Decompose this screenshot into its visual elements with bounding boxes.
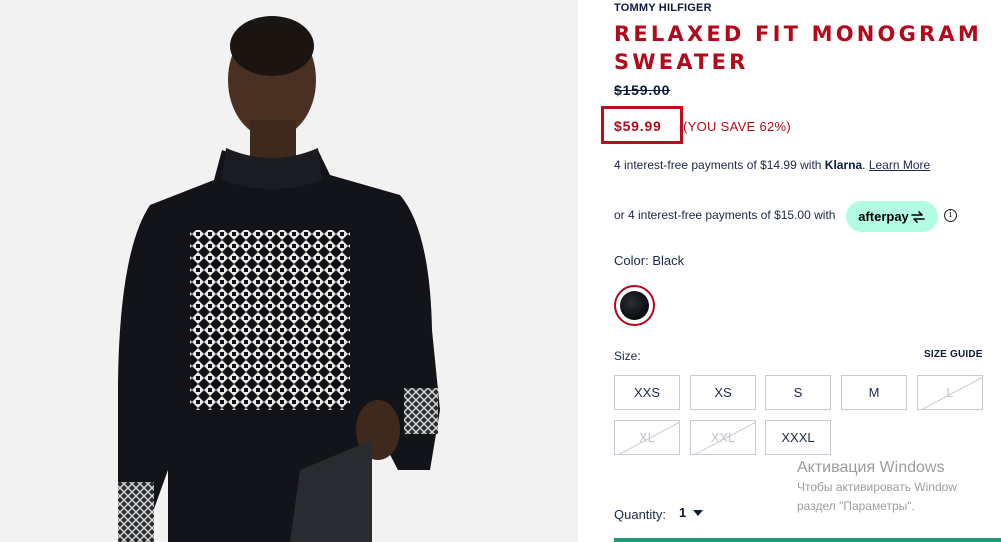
quantity-select[interactable]: 1	[679, 505, 704, 520]
size-option-m[interactable]: M	[841, 375, 907, 410]
klarna-separator: .	[862, 158, 866, 172]
watermark-title: Активация Windows	[797, 459, 945, 476]
afterpay-brand: afterpay	[858, 209, 909, 224]
size-option-xs[interactable]: XS	[690, 375, 756, 410]
product-title: RELAXED FIT MONOGRAM SWEATER	[614, 22, 982, 74]
quantity-label: Quantity:	[614, 507, 667, 522]
color-label-text: Color:	[614, 253, 649, 268]
klarna-message: 4 interest-free payments of $14.99 with …	[614, 158, 930, 172]
size-option-l[interactable]: L	[917, 375, 983, 410]
sale-price: $59.99	[614, 118, 662, 134]
quantity-value: 1	[679, 505, 687, 520]
product-image	[0, 0, 578, 542]
size-option-xxs[interactable]: XXS	[614, 375, 680, 410]
color-value: Black	[652, 253, 685, 268]
size-label: Size:	[614, 349, 641, 363]
afterpay-arrows-icon	[910, 210, 925, 223]
watermark-line-2: раздел "Параметры".	[797, 499, 915, 513]
brand-name[interactable]: TOMMY HILFIGER	[614, 2, 712, 14]
chevron-down-icon	[693, 509, 704, 516]
color-swatch-black[interactable]	[614, 285, 655, 326]
size-guide-link[interactable]: SIZE GUIDE	[924, 349, 983, 360]
model-photo	[0, 0, 578, 542]
add-to-bag-button[interactable]	[614, 538, 1001, 542]
size-option-xxl[interactable]: XXL	[690, 420, 756, 455]
klarna-brand: Klarna	[824, 158, 863, 172]
size-option-s[interactable]: S	[765, 375, 831, 410]
size-option-xl[interactable]: XL	[614, 420, 680, 455]
klarna-text: 4 interest-free payments of $14.99 with	[614, 158, 825, 172]
swatch-fill	[620, 291, 649, 320]
watermark-line-1: Чтобы активировать Window	[797, 480, 957, 494]
original-price: $159.00	[614, 82, 671, 98]
color-label: Color: Black	[614, 253, 684, 268]
savings-text: (YOU SAVE 62%)	[683, 119, 791, 134]
afterpay-text: or 4 interest-free payments of $15.00 wi…	[614, 208, 836, 222]
info-icon[interactable]: i	[944, 209, 957, 222]
size-option-xxxl[interactable]: XXXL	[765, 420, 831, 455]
afterpay-badge[interactable]: afterpay	[846, 201, 938, 232]
windows-activation-watermark: Активация Windows Чтобы активировать Win…	[797, 458, 957, 516]
learn-more-link[interactable]: Learn More	[869, 158, 930, 172]
